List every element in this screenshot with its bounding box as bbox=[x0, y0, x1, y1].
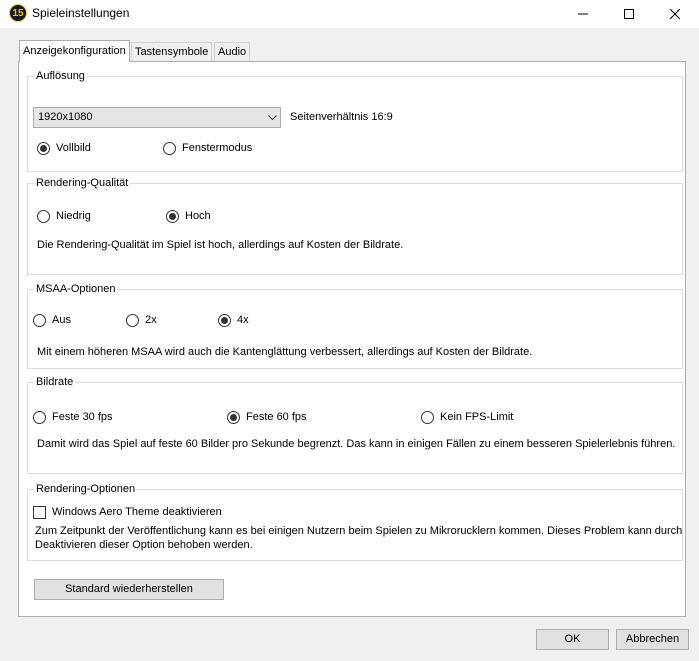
tab-audio[interactable]: Audio bbox=[214, 42, 251, 61]
resolution-group-title: Auflösung bbox=[34, 70, 87, 82]
quality-description: Die Rendering-Qualität im Spiel ist hoch… bbox=[37, 239, 404, 251]
fps-unlimited-label: Kein FPS-Limit bbox=[440, 411, 514, 423]
framerate-group-title: Bildrate bbox=[34, 376, 76, 388]
msaa-4x-radio[interactable] bbox=[218, 314, 231, 327]
close-button[interactable] bbox=[652, 0, 698, 28]
framerate-group bbox=[27, 382, 683, 474]
cancel-button[interactable]: Abbrechen bbox=[616, 629, 689, 650]
render-options-description-line2: Deaktivieren dieser Option behoben werde… bbox=[35, 539, 253, 551]
aero-theme-checkbox[interactable] bbox=[33, 506, 46, 519]
render-options-description-line1: Zum Zeitpunkt der Veröffentlichung kann … bbox=[35, 525, 683, 537]
msaa-2x-label: 2x bbox=[145, 314, 157, 326]
radio-selected-dot bbox=[40, 145, 47, 152]
msaa-4x-label: 4x bbox=[237, 314, 249, 326]
radio-selected-dot bbox=[221, 317, 228, 324]
framerate-description: Damit wird das Spiel auf feste 60 Bilder… bbox=[37, 438, 676, 450]
tab-display[interactable]: Anzeigekonfiguration bbox=[19, 40, 130, 62]
aero-theme-label: Windows Aero Theme deaktivieren bbox=[52, 506, 222, 518]
msaa-group-title: MSAA-Optionen bbox=[34, 283, 118, 295]
quality-low-radio[interactable] bbox=[37, 210, 50, 223]
restore-defaults-button[interactable]: Standard wiederherstellen bbox=[34, 579, 224, 600]
tab-button-icons[interactable]: Tastensymbole bbox=[131, 42, 213, 61]
ok-button[interactable]: OK bbox=[536, 629, 609, 650]
radio-selected-dot bbox=[169, 213, 176, 220]
windowed-label: Fenstermodus bbox=[182, 142, 253, 154]
fps-60-radio[interactable] bbox=[227, 411, 240, 424]
maximize-icon bbox=[624, 9, 634, 19]
msaa-2x-radio[interactable] bbox=[126, 314, 139, 327]
quality-group-title: Rendering-Qualität bbox=[34, 177, 131, 189]
resolution-select[interactable]: 1920x1080 bbox=[33, 107, 281, 128]
msaa-off-radio[interactable] bbox=[33, 314, 46, 327]
fullscreen-radio[interactable] bbox=[37, 142, 50, 155]
maximize-button[interactable] bbox=[606, 0, 652, 28]
fps-unlimited-radio[interactable] bbox=[421, 411, 434, 424]
minimize-icon bbox=[578, 13, 588, 15]
fps-30-label: Feste 30 fps bbox=[52, 411, 113, 423]
quality-high-label: Hoch bbox=[185, 210, 211, 222]
msaa-description: Mit einem höheren MSAA wird auch die Kan… bbox=[37, 346, 533, 358]
chevron-down-icon bbox=[268, 115, 277, 121]
fullscreen-label: Vollbild bbox=[56, 142, 91, 154]
render-options-group-title: Rendering-Optionen bbox=[34, 483, 138, 495]
radio-selected-dot bbox=[230, 414, 237, 421]
app-icon: 15 bbox=[9, 4, 27, 22]
msaa-off-label: Aus bbox=[52, 314, 71, 326]
quality-group bbox=[27, 183, 683, 275]
window-title: Spieleinstellungen bbox=[32, 6, 130, 20]
minimize-button[interactable] bbox=[560, 0, 606, 28]
aspect-ratio-label: Seitenverhältnis 16:9 bbox=[290, 111, 393, 123]
quality-high-radio[interactable] bbox=[166, 210, 179, 223]
fps-60-label: Feste 60 fps bbox=[246, 411, 307, 423]
windowed-radio[interactable] bbox=[163, 142, 176, 155]
fps-30-radio[interactable] bbox=[33, 411, 46, 424]
resolution-select-value: 1920x1080 bbox=[38, 111, 93, 123]
quality-low-label: Niedrig bbox=[56, 210, 91, 222]
close-icon bbox=[670, 9, 680, 19]
